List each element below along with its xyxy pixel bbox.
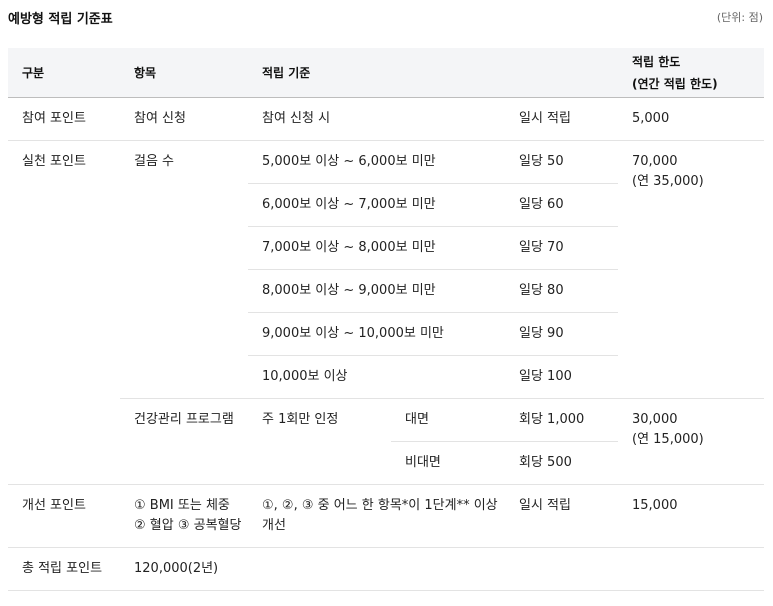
criteria-cell: 10,000보 이상 — [248, 355, 505, 399]
limit-line1: 30,000 — [632, 412, 678, 427]
total-value-cell: 120,000(2년) — [120, 547, 764, 591]
amount-cell: 회당 500 — [505, 441, 618, 485]
limit-cell: 70,000 (연 35,000) — [618, 140, 764, 399]
criteria-cell: 8,000보 이상 ~ 9,000보 미만 — [248, 269, 505, 313]
mode-cell: 비대면 — [391, 441, 505, 485]
amount-cell: 일당 70 — [505, 226, 618, 270]
limit-line1: 70,000 — [632, 154, 678, 169]
criteria-cell: ①, ②, ③ 중 어느 한 항목*이 1단계** 이상 개선 — [248, 484, 505, 548]
criteria-cell: 참여 신청 시 — [248, 97, 505, 141]
criteria-cell: 6,000보 이상 ~ 7,000보 미만 — [248, 183, 505, 227]
header-limit-line1: 적립 한도 — [632, 54, 681, 69]
amount-cell: 일당 50 — [505, 140, 618, 184]
unit-note: (단위: 점) — [716, 11, 763, 24]
header-item: 항목 — [120, 48, 248, 98]
category-cell: 실천 포인트 — [8, 140, 120, 485]
table-row: 개선 포인트 ① BMI 또는 체중 ② 혈압 ③ 공복혈당 ①, ②, ③ 중… — [8, 484, 764, 548]
table-row: 참여 포인트 참여 신청 참여 신청 시 일시 적립 5,000 — [8, 97, 764, 141]
header-criteria: 적립 기준 — [248, 48, 618, 98]
item-cell: 걸음 수 — [120, 140, 248, 399]
limit-line2: (연 35,000) — [632, 174, 704, 189]
criteria-cell: 9,000보 이상 ~ 10,000보 미만 — [248, 312, 505, 356]
category-cell: 개선 포인트 — [8, 484, 120, 548]
limit-cell: 15,000 — [618, 484, 764, 548]
item-cell: ① BMI 또는 체중 ② 혈압 ③ 공복혈당 — [120, 484, 248, 548]
header-row: 구분 항목 적립 기준 적립 한도 (연간 적립 한도) — [8, 48, 764, 98]
category-cell: 총 적립 포인트 — [8, 547, 120, 591]
amount-cell: 일당 80 — [505, 269, 618, 313]
page-title: 예방형 적립 기준표 — [8, 12, 113, 27]
limit-line2: (연 15,000) — [632, 432, 704, 447]
category-cell: 참여 포인트 — [8, 97, 120, 141]
amount-cell: 일당 100 — [505, 355, 618, 399]
mode-cell: 대면 — [391, 398, 505, 442]
amount-cell: 회당 1,000 — [505, 398, 618, 442]
header-limit: 적립 한도 (연간 적립 한도) — [618, 48, 764, 98]
limit-cell: 30,000 (연 15,000) — [618, 398, 764, 485]
limit-cell: 5,000 — [618, 97, 764, 141]
table-row: 건강관리 프로그램 주 1회만 인정 대면 회당 1,000 30,000 (연… — [8, 398, 764, 485]
header-category: 구분 — [8, 48, 120, 98]
table-row: 실천 포인트 걸음 수 5,000보 이상 ~ 6,000보 미만 일당 50 … — [8, 140, 764, 485]
criteria-cell: 7,000보 이상 ~ 8,000보 미만 — [248, 226, 505, 270]
points-table: 구분 항목 적립 기준 적립 한도 (연간 적립 한도) 참여 포인트 참여 신… — [8, 48, 764, 591]
criteria-cell: 주 1회만 인정 — [248, 398, 391, 485]
amount-cell: 일당 90 — [505, 312, 618, 356]
table-row: 총 적립 포인트 120,000(2년) — [8, 547, 764, 591]
criteria-cell: 5,000보 이상 ~ 6,000보 미만 — [248, 140, 505, 184]
amount-cell: 일시 적립 — [505, 484, 618, 548]
header-limit-line2: (연간 적립 한도) — [632, 76, 718, 91]
amount-cell: 일당 60 — [505, 183, 618, 227]
item-cell: 건강관리 프로그램 — [120, 398, 248, 485]
amount-cell: 일시 적립 — [505, 97, 618, 141]
item-cell: 참여 신청 — [120, 97, 248, 141]
